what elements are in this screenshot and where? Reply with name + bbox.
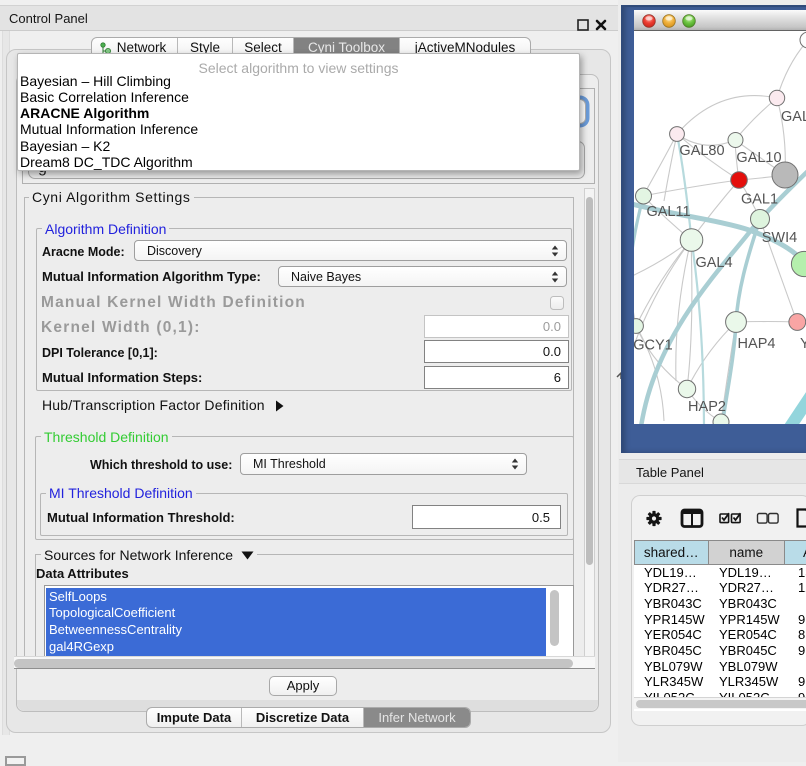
- svg-text:HAP2: HAP2: [688, 399, 726, 415]
- svg-text:GAL1: GAL1: [741, 192, 778, 208]
- svg-text:Y: Y: [800, 336, 806, 352]
- svg-text:GAL80: GAL80: [679, 143, 724, 159]
- svg-text:HAP4: HAP4: [738, 336, 776, 352]
- svg-text:SWI4: SWI4: [762, 230, 797, 246]
- svg-text:GAL11: GAL11: [646, 204, 690, 220]
- svg-text:GAL7: GAL7: [781, 109, 806, 125]
- svg-text:GAL10: GAL10: [736, 150, 781, 166]
- svg-text:GCY1: GCY1: [634, 338, 673, 354]
- svg-text:GAL4: GAL4: [695, 255, 732, 271]
